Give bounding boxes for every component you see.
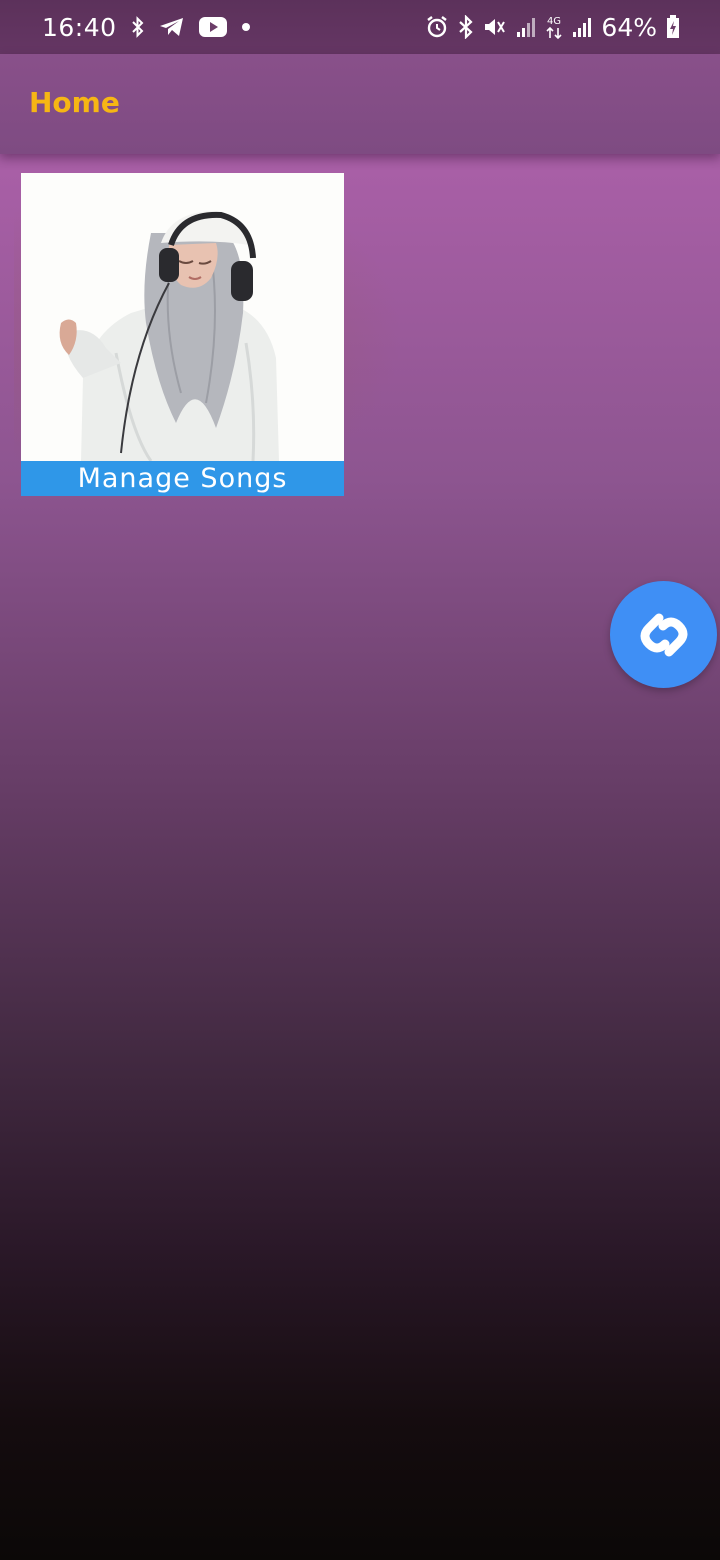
artist-photo (21, 173, 344, 461)
card-label: Manage Songs (77, 463, 288, 494)
status-right: 4G 64% (425, 0, 680, 54)
signal-icon (572, 16, 592, 38)
bluetooth-icon (458, 15, 474, 39)
status-time: 16:40 (42, 12, 117, 42)
bluetooth-icon (131, 16, 145, 38)
youtube-icon (198, 17, 227, 37)
battery-percentage: 64% (601, 12, 657, 42)
page-title: Home (29, 86, 120, 119)
dot-icon (241, 22, 251, 32)
network-label: 4G (547, 16, 561, 27)
network-4g-icon: 4G (545, 14, 563, 40)
manage-songs-card[interactable]: Manage Songs (21, 173, 344, 496)
status-left: 16:40 (42, 0, 251, 54)
shazam-button[interactable] (610, 581, 717, 688)
battery-icon (666, 15, 680, 39)
alarm-icon (425, 15, 449, 39)
telegram-icon (159, 16, 185, 38)
mute-icon (483, 15, 507, 39)
card-label-bar: Manage Songs (21, 461, 344, 496)
signal-icon (516, 16, 536, 38)
status-bar: 16:40 4G 64% (0, 0, 720, 54)
app-bar: Home (0, 54, 720, 154)
shazam-icon (640, 613, 687, 656)
